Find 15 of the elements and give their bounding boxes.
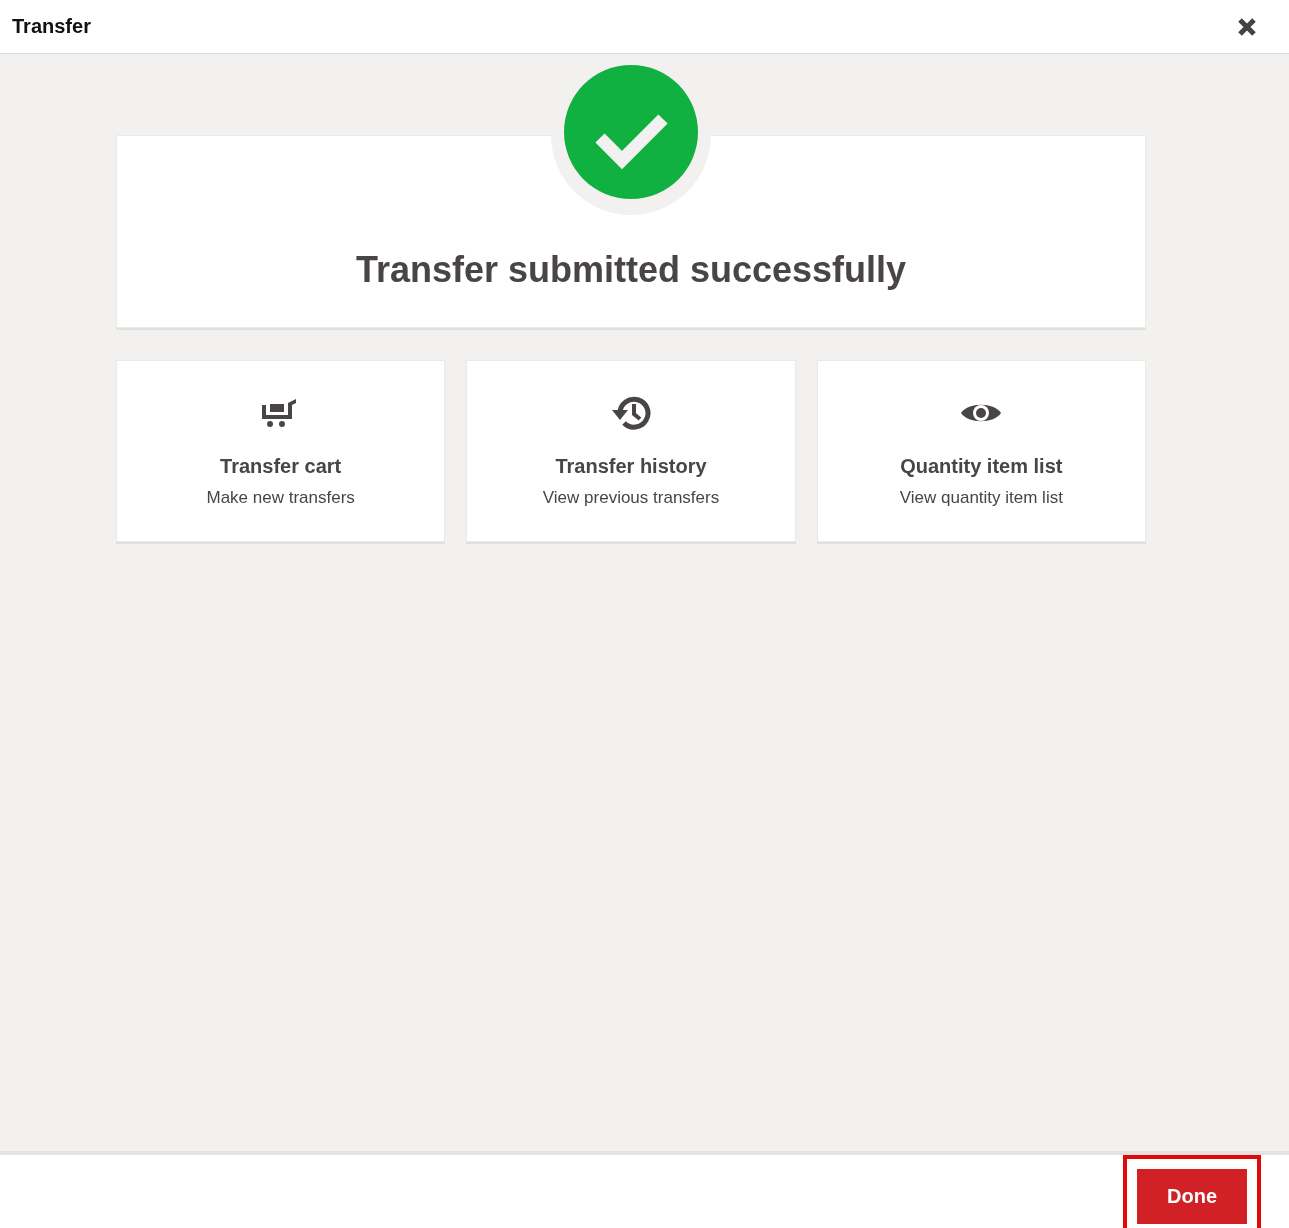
tile-title: Transfer cart: [220, 455, 342, 478]
success-message: Transfer submitted successfully: [355, 249, 907, 291]
tile-subtitle: View quantity item list: [899, 488, 1063, 508]
action-tile[interactable]: Quantity item list View quantity item list: [816, 360, 1146, 542]
close-button[interactable]: [1237, 16, 1257, 37]
success-check-icon: [564, 65, 698, 199]
history-icon: [610, 394, 652, 432]
tile-subtitle: View previous transfers: [542, 488, 720, 508]
tile-subtitle: Make new transfers: [206, 488, 355, 508]
action-tile[interactable]: Transfer history View previous transfers: [466, 360, 796, 542]
action-tile[interactable]: Transfer cart Make new transfers: [116, 360, 446, 542]
tile-title: Transfer history: [555, 455, 707, 478]
window-title: Transfer: [12, 15, 91, 38]
done-button[interactable]: Done: [1123, 1155, 1261, 1228]
tile-title: Quantity item list: [900, 455, 1063, 478]
